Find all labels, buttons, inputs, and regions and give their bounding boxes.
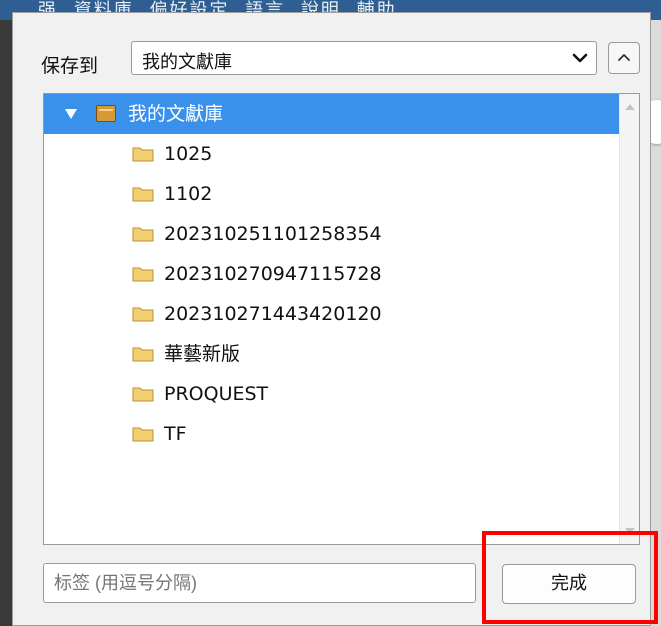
tree-item-collection[interactable]: 1102 [44,174,619,214]
background-left-edge [0,20,12,626]
tree-item-label: TF [164,423,187,445]
tree-item-collection[interactable]: 1025 [44,134,619,174]
folder-icon [132,387,154,402]
tree-item-label: 202310270947115728 [164,263,382,285]
chevron-down-icon [572,53,588,63]
tree-item-label: 華藝新版 [164,343,241,365]
tree-item-label: 1102 [164,183,213,205]
done-button[interactable]: 完成 [502,564,636,604]
tree-item-collection[interactable]: 202310271443420120 [44,294,619,334]
folder-icon [132,267,154,282]
tree-item-label: 我的文獻庫 [128,103,224,125]
library-select-value: 我的文獻庫 [142,52,232,73]
folder-icon [132,427,154,442]
collection-tree[interactable]: 我的文獻庫 1025 1102 202310251101258354 20231… [43,93,640,545]
folder-icon [132,307,154,322]
tree-item-label: 202310251101258354 [164,223,382,245]
tree-item-collection[interactable]: TF [44,414,619,454]
tree-item-label: 1025 [164,143,213,165]
save-to-dialog: 保存到 我的文獻庫 我的文獻庫 1025 1102 20231025110125… [12,12,651,626]
folder-icon [132,347,154,362]
library-select[interactable]: 我的文獻庫 [131,41,597,75]
folder-icon [132,147,154,162]
library-icon [96,105,116,122]
tree-item-collection[interactable]: PROQUEST [44,374,619,414]
tree-item-label: 202310271443420120 [164,303,382,325]
tree-item-collection[interactable]: 202310270947115728 [44,254,619,294]
folder-icon [132,227,154,242]
save-to-label: 保存到 [41,55,99,77]
tree-item-label: PROQUEST [164,383,269,405]
tags-input[interactable] [43,563,476,603]
collapse-tree-button[interactable] [608,42,640,74]
tree-scrollbar[interactable] [619,94,639,544]
folder-icon [132,187,154,202]
tree-item-collection[interactable]: 華藝新版 [44,334,619,374]
chevron-up-icon [618,54,630,61]
scroll-down-arrow-icon[interactable] [625,528,635,534]
scroll-up-arrow-icon[interactable] [625,104,635,110]
tree-item-my-library[interactable]: 我的文獻庫 [44,94,619,134]
expand-triangle-icon[interactable] [64,108,78,120]
tree-item-collection[interactable]: 202310251101258354 [44,214,619,254]
